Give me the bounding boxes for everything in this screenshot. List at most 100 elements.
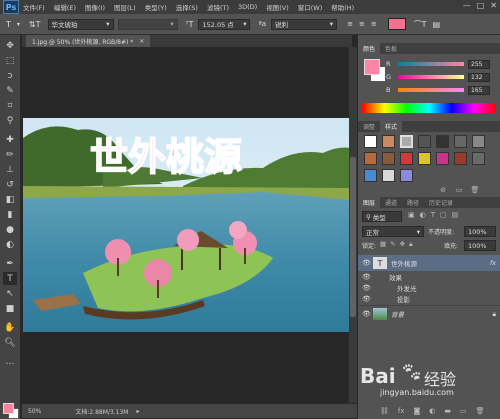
text-tool-icon[interactable]: T — [6, 20, 11, 29]
align-center-icon[interactable]: ≡ — [359, 20, 365, 28]
document-canvas[interactable]: 世外桃源 — [23, 118, 350, 332]
lock-transparency-icon[interactable]: ▦ — [380, 240, 386, 249]
fill-field[interactable]: 100% — [464, 240, 496, 251]
layer-name[interactable]: 世外桃源 — [391, 258, 490, 268]
status-arrow-icon[interactable]: ▸ — [136, 408, 139, 415]
dodge-tool-icon[interactable]: ◐ — [3, 238, 17, 251]
add-style-icon[interactable]: fx — [398, 407, 405, 415]
menu-filter[interactable]: 滤镜(T) — [207, 2, 229, 12]
maximize-button[interactable]: □ — [477, 1, 485, 10]
brush-tool-icon[interactable]: ✏ — [3, 148, 17, 161]
text-orientation-icon[interactable]: ⇅T — [29, 20, 41, 29]
menu-help[interactable]: 帮助(H) — [331, 2, 354, 12]
menu-view[interactable]: 视图(V) — [266, 2, 289, 12]
filter-smart-icon[interactable]: ▤ — [452, 211, 459, 219]
zoom-level[interactable]: 50% — [28, 408, 41, 415]
healing-brush-tool-icon[interactable]: ✚ — [3, 133, 17, 146]
style-swatch[interactable] — [418, 135, 431, 148]
filter-pixel-icon[interactable]: ▣ — [408, 211, 415, 219]
marquee-tool-icon[interactable]: ⬚ — [3, 54, 17, 67]
lock-paint-icon[interactable]: ✎ — [390, 240, 395, 249]
green-channel-slider[interactable] — [398, 75, 464, 79]
opacity-field[interactable]: 100% — [464, 226, 496, 237]
delete-style-icon[interactable]: 🗑︎ — [470, 185, 480, 195]
font-size-field[interactable]: 152.05 点 ▾ — [198, 18, 251, 30]
style-swatch-selected[interactable] — [400, 135, 413, 148]
font-style-select[interactable]: ▾ — [117, 18, 178, 30]
lock-move-icon[interactable]: ✥ — [400, 240, 405, 249]
text-color-swatch[interactable] — [387, 18, 406, 30]
foreground-color-swatch[interactable] — [3, 403, 14, 414]
layer-row-text[interactable]: 👁︎ T 世外桃源 fx — [358, 255, 500, 271]
hand-tool-icon[interactable]: ✋ — [3, 321, 17, 334]
tab-layers[interactable]: 图层 — [358, 197, 381, 208]
crop-tool-icon[interactable]: ⌗ — [3, 99, 17, 112]
scrollbar-thumb[interactable] — [350, 157, 356, 317]
minimize-button[interactable]: — — [463, 1, 471, 10]
visibility-eye-icon[interactable]: 👁︎ — [362, 273, 371, 281]
menu-file[interactable]: 文件(F) — [23, 2, 45, 12]
filter-type-icon[interactable]: T — [431, 211, 435, 219]
align-right-icon[interactable]: ≡ — [371, 20, 377, 28]
eraser-tool-icon[interactable]: ◧ — [3, 193, 17, 206]
document-tab[interactable]: 1.jpg @ 50% (世外桃源, RGB/8#) * × — [26, 35, 151, 47]
style-swatch[interactable] — [364, 152, 377, 165]
layer-filter-select[interactable]: ⚲ 类型 — [362, 211, 402, 222]
color-panel-foreground-swatch[interactable] — [364, 59, 380, 75]
rectangle-tool-icon[interactable]: ■ — [3, 302, 17, 315]
layer-row-background[interactable]: 👁︎ 背景 🔒︎ — [358, 305, 500, 322]
close-icon[interactable]: × — [139, 38, 144, 45]
gradient-tool-icon[interactable]: ▮ — [3, 208, 17, 221]
clear-style-icon[interactable]: ⊘ — [438, 185, 448, 195]
path-selection-tool-icon[interactable]: ↖ — [3, 287, 17, 300]
style-swatch[interactable] — [400, 169, 413, 182]
font-family-select[interactable]: 华文琥珀 ▾ — [47, 18, 114, 30]
style-swatch[interactable] — [382, 152, 395, 165]
layer-row-drop-shadow[interactable]: 👁︎ 投影 — [358, 294, 500, 304]
close-button[interactable]: ✕ — [490, 1, 497, 10]
style-swatch[interactable] — [400, 152, 413, 165]
style-swatch[interactable] — [454, 135, 467, 148]
visibility-eye-icon[interactable]: 👁︎ — [362, 295, 371, 303]
tab-paths[interactable]: 路径 — [402, 197, 424, 208]
clone-stamp-tool-icon[interactable]: ⊥ — [3, 163, 17, 176]
layer-name[interactable]: 背景 — [391, 309, 493, 319]
warp-text-icon[interactable]: ⌒T — [414, 19, 427, 30]
tab-swatches[interactable]: 色板 — [380, 43, 402, 54]
style-swatch[interactable] — [382, 135, 395, 148]
anti-alias-select[interactable]: 锐利 ▾ — [271, 18, 338, 30]
menu-layer[interactable]: 图层(L) — [114, 2, 136, 12]
fx-icon[interactable]: fx — [490, 259, 496, 267]
tab-history[interactable]: 历史记录 — [424, 197, 458, 208]
layer-row-outer-glow[interactable]: 👁︎ 外发光 — [358, 283, 500, 293]
style-swatch[interactable] — [382, 169, 395, 182]
blue-channel-value[interactable]: 165 — [468, 85, 490, 95]
menu-select[interactable]: 选择(S) — [176, 2, 198, 12]
green-channel-value[interactable]: 132 — [468, 72, 490, 82]
eyedropper-tool-icon[interactable]: ⚲ — [3, 114, 17, 127]
blend-mode-select[interactable]: 正常 ▾ — [362, 226, 424, 237]
lasso-tool-icon[interactable]: ↄ — [3, 69, 17, 82]
filter-adjust-icon[interactable]: ◐ — [420, 211, 426, 219]
zoom-tool-icon[interactable]: 🔍︎ — [3, 336, 17, 349]
layer-row-effects[interactable]: 👁︎ 效果 — [358, 272, 500, 282]
red-channel-slider[interactable] — [398, 62, 464, 66]
style-swatch[interactable] — [472, 152, 485, 165]
delete-layer-icon[interactable]: 🗑︎ — [476, 407, 485, 415]
menu-edit[interactable]: 编辑(E) — [54, 2, 76, 12]
adjustment-layer-icon[interactable]: ◐ — [429, 407, 435, 415]
style-swatch[interactable] — [472, 135, 485, 148]
vertical-scrollbar[interactable] — [349, 47, 357, 403]
history-brush-tool-icon[interactable]: ↺ — [3, 178, 17, 191]
style-swatch[interactable] — [418, 152, 431, 165]
lock-all-icon[interactable]: 🔒︎ — [409, 240, 412, 249]
type-tool-icon[interactable]: T — [3, 272, 17, 285]
tool-preset-dropdown-icon[interactable]: ▾ — [17, 21, 20, 28]
style-swatch[interactable] — [364, 169, 377, 182]
add-mask-icon[interactable]: ◙ — [414, 407, 421, 415]
new-style-icon[interactable]: ▭ — [454, 185, 464, 195]
red-channel-value[interactable]: 255 — [468, 59, 490, 69]
style-none-swatch[interactable] — [364, 135, 377, 148]
blur-tool-icon[interactable]: ● — [3, 223, 17, 236]
style-swatch[interactable] — [436, 135, 449, 148]
